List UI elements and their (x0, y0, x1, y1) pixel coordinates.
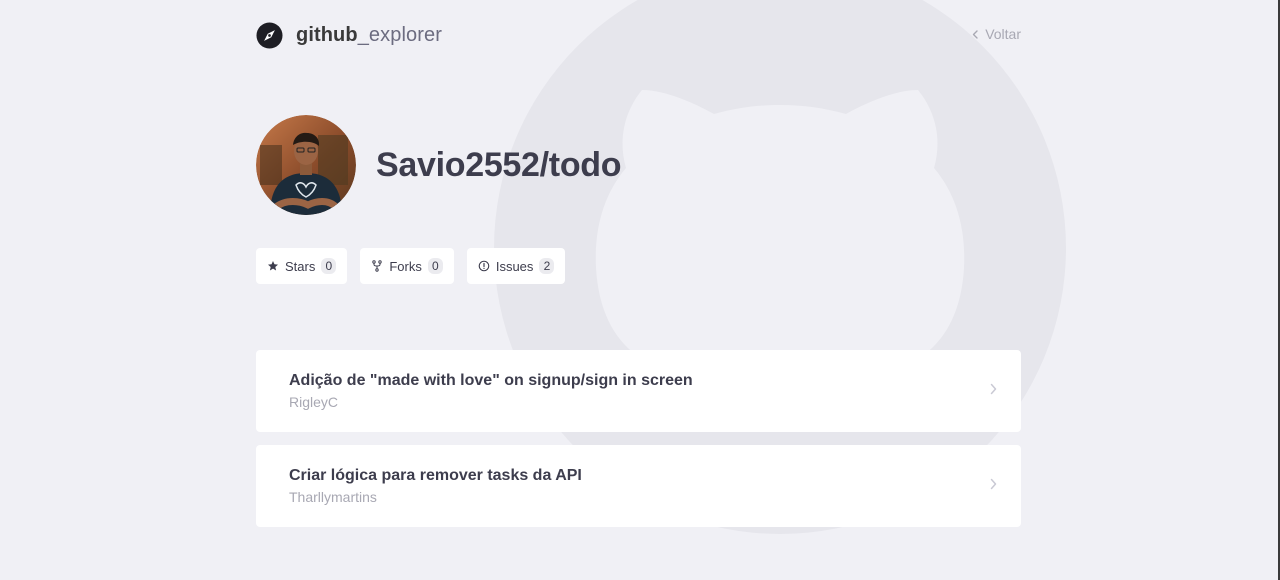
chevron-right-icon (990, 478, 997, 490)
repository-name: Savio2552/todo (376, 145, 622, 184)
avatar (256, 115, 356, 215)
back-link[interactable]: Voltar (972, 26, 1021, 42)
issue-list: Adição de "made with love" on signup/sig… (256, 350, 1021, 540)
stat-label: Forks (389, 258, 422, 274)
stat-count: 0 (321, 258, 337, 274)
content-container: github_explorer Voltar Savio2552/todo St… (256, 0, 1021, 580)
repository-stats: Stars 0 Forks 0 Issues 2 (256, 248, 578, 284)
star-icon (268, 261, 278, 271)
issue-author: RigleyC (289, 394, 339, 410)
app-page: github_explorer Voltar Savio2552/todo St… (0, 0, 1280, 580)
stat-issues: Issues 2 (466, 248, 566, 284)
issue-title: Adição de "made with love" on signup/sig… (289, 372, 693, 389)
stat-forks: Forks 0 (360, 248, 454, 284)
brand-name-rest: _explorer (357, 23, 442, 46)
issue-card[interactable]: Criar lógica para remover tasks da API T… (256, 445, 1021, 527)
issue-card[interactable]: Adição de "made with love" on signup/sig… (256, 350, 1021, 432)
alert-circle-icon (478, 260, 490, 272)
stat-label: Issues (495, 258, 534, 274)
brand-name: github_explorer (296, 24, 442, 47)
chevron-right-icon (990, 383, 997, 395)
brand-name-strong: github (296, 23, 358, 46)
back-label: Voltar (985, 26, 1021, 42)
issue-author: Tharllymartins (289, 489, 377, 505)
repository-header: Savio2552/todo (256, 115, 622, 215)
brand-logo: github_explorer (256, 20, 442, 50)
issue-title: Criar lógica para remover tasks da API (289, 467, 582, 484)
top-header: github_explorer Voltar (256, 20, 1021, 50)
chevron-left-icon (972, 29, 978, 39)
stat-label: Stars (285, 258, 316, 274)
stat-count: 2 (539, 258, 555, 274)
stat-stars: Stars 0 (256, 248, 348, 284)
stat-count: 0 (427, 258, 443, 274)
fork-icon (372, 260, 383, 272)
compass-icon (256, 21, 283, 49)
